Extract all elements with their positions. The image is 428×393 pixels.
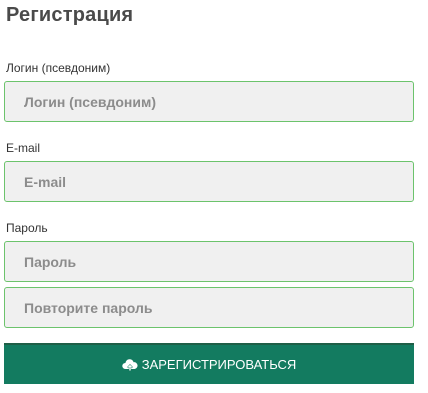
login-label: Логин (псевдоним) (6, 61, 111, 75)
email-label: E-mail (6, 141, 41, 155)
login-input[interactable] (4, 81, 414, 122)
cloud-upload-icon (122, 358, 138, 372)
password-input[interactable] (4, 241, 414, 282)
password-label: Пароль (6, 221, 48, 235)
page-title: Регистрация (6, 4, 134, 26)
email-input[interactable] (4, 161, 414, 202)
register-button-label: ЗАРЕГИСТРИРОВАТЬСЯ (141, 357, 297, 372)
password-repeat-input[interactable] (4, 287, 414, 328)
register-button[interactable]: ЗАРЕГИСТРИРОВАТЬСЯ (4, 343, 414, 384)
